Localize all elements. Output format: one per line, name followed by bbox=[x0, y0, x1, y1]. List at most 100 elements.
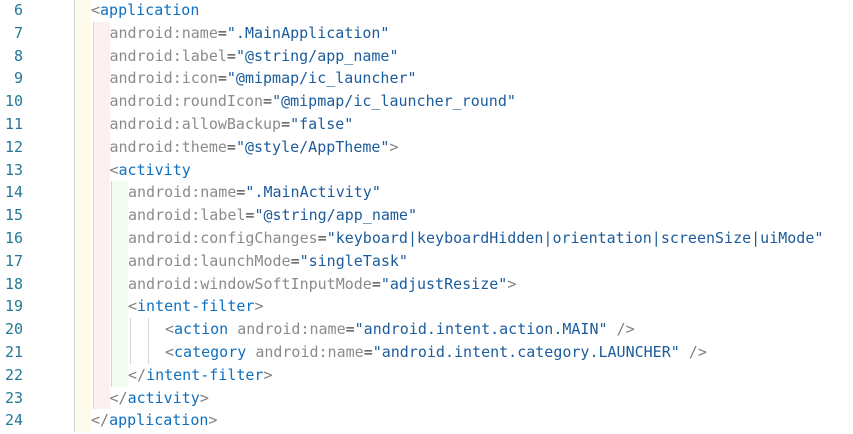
indent-guide bbox=[74, 21, 91, 45]
attribute-value: "adjustResize" bbox=[380, 274, 508, 293]
indent-guide bbox=[111, 272, 128, 296]
attribute-name: android:windowSoftInputMode bbox=[128, 274, 372, 293]
attribute-value: "keyboard|keyboardHidden|orientation|scr… bbox=[326, 229, 824, 247]
indent-guide bbox=[74, 0, 91, 22]
code-text: <intent-filter> bbox=[128, 295, 263, 318]
attribute-value: "@mipmap/ic_launcher" bbox=[226, 69, 417, 88]
code-line[interactable]: 9 android:icon="@mipmap/ic_launcher" bbox=[0, 67, 853, 91]
attribute-name: android:roundIcon bbox=[109, 92, 264, 111]
code-line[interactable]: 24 </application> bbox=[0, 409, 853, 433]
code-text: android:configChanges="keyboard|keyboard… bbox=[128, 227, 823, 250]
attribute-value: "@string/app_name" bbox=[235, 46, 399, 65]
line-number: 7 bbox=[13, 23, 23, 42]
code-editor[interactable]: 6 <application 7 android:name=".MainApplica… bbox=[0, 0, 853, 434]
code-line[interactable]: 18 android:windowSoftInputMode="adjustRes… bbox=[0, 272, 853, 296]
attribute-name: android:name bbox=[109, 23, 218, 42]
line-number: 9 bbox=[13, 69, 23, 88]
punctuation: > bbox=[199, 388, 209, 407]
code-line[interactable]: 13 <activity bbox=[0, 158, 853, 182]
line-number: 11 bbox=[4, 115, 23, 133]
code-text: android:windowSoftInputMode="adjustResiz… bbox=[128, 273, 516, 296]
attribute-value: "false" bbox=[290, 115, 354, 133]
indent-guide bbox=[74, 44, 91, 68]
indent-guide-line bbox=[92, 227, 94, 250]
code-text: android:name=".MainActivity" bbox=[128, 181, 381, 204]
indent-guide bbox=[111, 318, 128, 341]
code-line[interactable]: 7 android:name=".MainApplication" bbox=[0, 21, 853, 45]
equals-sign: = bbox=[226, 137, 236, 156]
indent-guide bbox=[111, 363, 128, 387]
indent-guide bbox=[92, 386, 110, 410]
tag-name: action bbox=[174, 320, 229, 339]
code-text: <category android:name="android.intent.c… bbox=[165, 341, 707, 364]
indent-guide-line bbox=[111, 363, 112, 387]
indent-guide bbox=[74, 204, 91, 227]
indent-guide-line bbox=[111, 341, 112, 364]
indent-guide bbox=[74, 386, 91, 410]
indent-guide bbox=[74, 249, 91, 273]
code-line[interactable]: 19 <intent-filter> bbox=[0, 295, 853, 319]
attribute-name: android:launchMode bbox=[128, 251, 291, 270]
indent-guide bbox=[92, 249, 110, 273]
code-line[interactable]: 14 android:name=".MainActivity" bbox=[0, 181, 853, 205]
attribute-name: android:label bbox=[128, 206, 246, 225]
line-number: 15 bbox=[4, 206, 23, 225]
indent-guide-line bbox=[74, 341, 75, 364]
indent-guide-line bbox=[92, 67, 94, 91]
indent-guide bbox=[111, 204, 128, 227]
indent-guide bbox=[74, 67, 91, 91]
tag-name: category bbox=[174, 343, 247, 361]
tag-name: application bbox=[109, 411, 209, 430]
attribute-value: "singleTask" bbox=[299, 251, 408, 270]
code-line[interactable]: 23 </activity> bbox=[0, 386, 853, 410]
code-line[interactable]: 10 android:roundIcon="@mipmap/ic_launcher… bbox=[0, 90, 853, 113]
code-line[interactable]: 22 </intent-filter> bbox=[0, 363, 853, 387]
indent-guide bbox=[111, 249, 128, 273]
indent-guide bbox=[74, 363, 91, 387]
indent-guide-line bbox=[92, 44, 94, 68]
indent-guide-line bbox=[74, 21, 75, 45]
indent-guide-line bbox=[74, 363, 75, 387]
code-line[interactable]: 16 android:configChanges="keyboard|keyboa… bbox=[0, 227, 853, 250]
attribute-value: "@style/AppTheme" bbox=[235, 137, 390, 156]
code-text: android:roundIcon="@mipmap/ic_launcher_r… bbox=[110, 90, 516, 113]
indent-guide-line bbox=[148, 318, 149, 341]
indent-guide-line bbox=[92, 204, 94, 227]
indent-guide-line bbox=[92, 90, 94, 113]
code-line[interactable]: 21 <category android:name="android.intent… bbox=[0, 341, 853, 364]
indent-guide-line bbox=[74, 386, 75, 410]
punctuation: > bbox=[389, 137, 399, 156]
code-line[interactable]: 15 android:label="@string/app_name" bbox=[0, 204, 853, 227]
indent-guide-line bbox=[129, 341, 131, 364]
indent-guide bbox=[92, 227, 110, 250]
indent-guide bbox=[92, 272, 110, 296]
attribute-value: "@string/app_name" bbox=[254, 206, 417, 225]
code-line[interactable]: 17 android:launchMode="singleTask" bbox=[0, 249, 853, 273]
indent-guide-line bbox=[92, 158, 94, 182]
indent-guide-line bbox=[129, 318, 131, 341]
indent-guide bbox=[111, 295, 128, 319]
indent-guide-line bbox=[74, 44, 75, 68]
equals-sign: = bbox=[226, 46, 236, 65]
indent-guide bbox=[74, 295, 91, 319]
code-text: </application> bbox=[91, 409, 217, 432]
code-text: android:name=".MainApplication" bbox=[110, 22, 390, 45]
punctuation: > bbox=[208, 411, 218, 430]
code-line[interactable]: 8 android:label="@string/app_name" bbox=[0, 44, 853, 68]
code-line[interactable]: 6 <application bbox=[0, 0, 853, 22]
code-line[interactable]: 12 android:theme="@style/AppTheme"> bbox=[0, 135, 853, 159]
indent-guide-line bbox=[92, 181, 94, 205]
indent-guide bbox=[111, 227, 128, 250]
code-text: </intent-filter> bbox=[128, 364, 273, 387]
code-line[interactable]: 20 <action android:name="android.intent.a… bbox=[0, 318, 853, 341]
attribute-name: android:name bbox=[255, 343, 364, 361]
line-number: 13 bbox=[4, 160, 23, 179]
code-line[interactable]: 11 android:allowBackup="false" bbox=[0, 113, 853, 136]
indent-guide bbox=[74, 181, 91, 205]
indent-guide-line bbox=[92, 318, 94, 341]
indent-guide bbox=[74, 113, 91, 136]
indent-guide bbox=[92, 90, 110, 113]
punctuation: < bbox=[165, 343, 175, 361]
